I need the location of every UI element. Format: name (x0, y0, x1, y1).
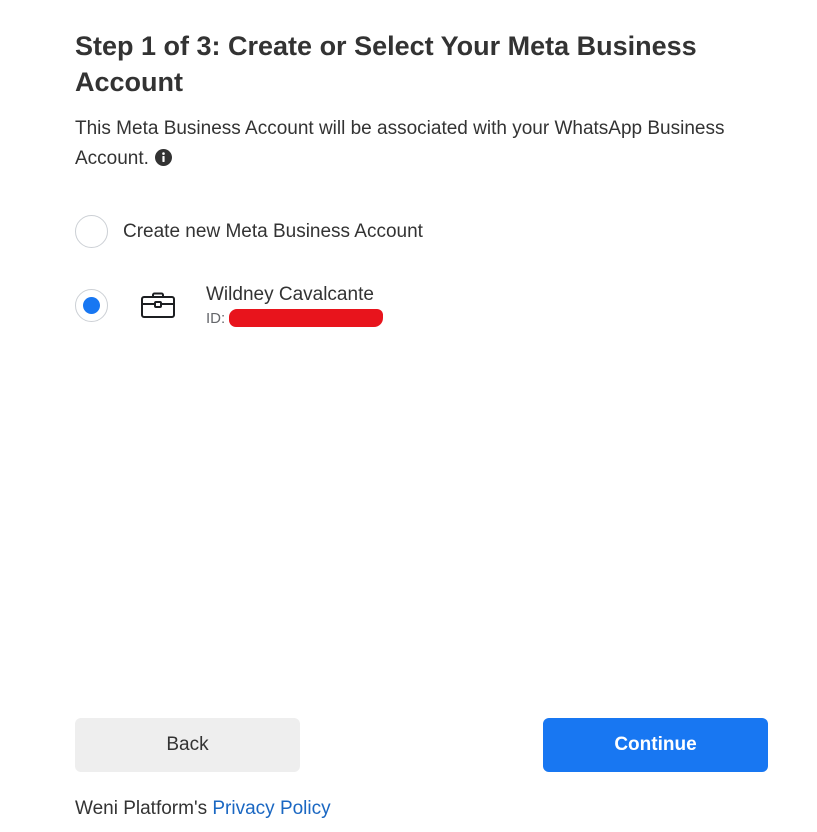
page-title: Step 1 of 3: Create or Select Your Meta … (75, 31, 697, 97)
continue-button[interactable]: Continue (543, 718, 768, 772)
info-icon[interactable] (154, 146, 172, 176)
meta-business-account-step: Step 1 of 3: Create or Select Your Meta … (0, 0, 817, 832)
footer-prefix: Weni Platform's (75, 798, 213, 819)
footer: Weni Platform's Privacy Policy (75, 798, 331, 820)
back-button[interactable]: Back (75, 718, 300, 772)
account-info: Wildney Cavalcante ID: (206, 283, 384, 327)
option-create-new-label: Create new Meta Business Account (123, 220, 423, 242)
option-create-new-account[interactable]: Create new Meta Business Account (75, 215, 423, 248)
account-id-redaction (229, 309, 384, 327)
privacy-policy-link[interactable]: Privacy Policy (212, 798, 330, 819)
account-id-label: ID: (206, 309, 226, 327)
page-subtitle: This Meta Business Account will be assoc… (75, 114, 735, 176)
radio-create-new[interactable] (75, 215, 108, 248)
account-id-row: ID: (206, 309, 384, 327)
account-name: Wildney Cavalcante (206, 284, 374, 305)
option-existing-account[interactable]: Wildney Cavalcante ID: (75, 283, 384, 327)
subtitle-text: This Meta Business Account will be assoc… (75, 118, 725, 169)
radio-existing-account[interactable] (75, 288, 108, 322)
radio-selected-dot (83, 296, 100, 314)
briefcase-icon (140, 290, 176, 320)
